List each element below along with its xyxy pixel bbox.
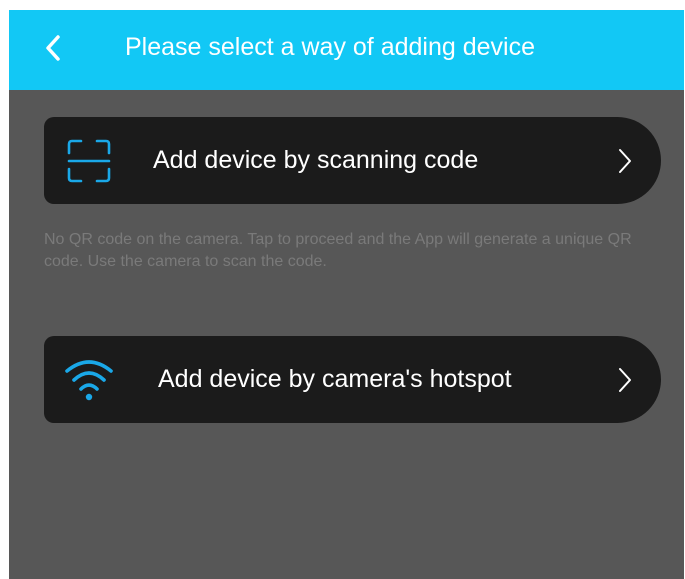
wifi-icon [64, 336, 114, 423]
back-button[interactable] [33, 28, 73, 68]
header-bar: Please select a way of adding device [9, 10, 684, 90]
scan-code-option[interactable]: Add device by scanning code [44, 117, 661, 204]
screen: Please select a way of adding device Add… [9, 10, 684, 579]
hotspot-option[interactable]: Add device by camera's hotspot [44, 336, 661, 423]
chevron-left-icon [46, 35, 60, 61]
chevron-right-icon [617, 336, 633, 423]
scan-help-text: No QR code on the camera. Tap to proceed… [44, 231, 632, 270]
page-title: Please select a way of adding device [125, 33, 535, 61]
scan-code-option-label: Add device by scanning code [153, 146, 479, 174]
hotspot-option-label: Add device by camera's hotspot [158, 365, 512, 393]
scan-frame-icon [66, 117, 112, 204]
chevron-right-icon [617, 117, 633, 204]
